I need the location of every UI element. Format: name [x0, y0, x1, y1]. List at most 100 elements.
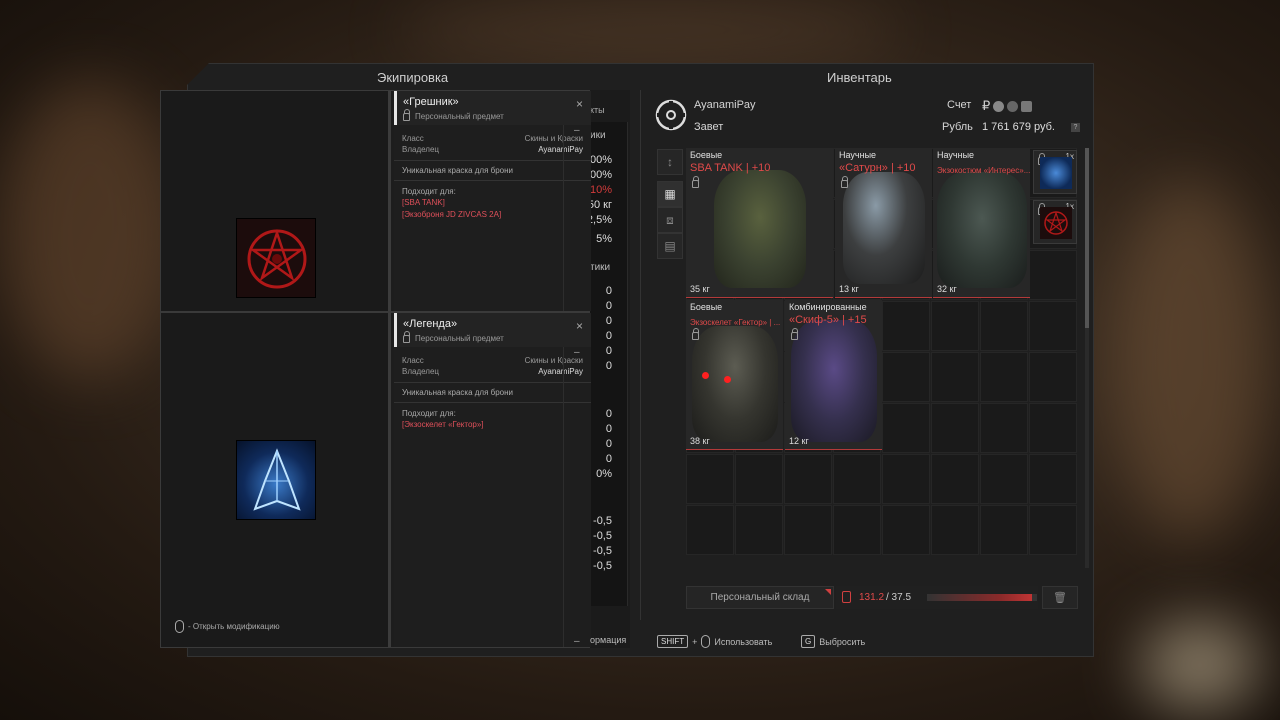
- class-label: Класс: [402, 134, 424, 143]
- fits-label: Подходит для:: [402, 187, 456, 196]
- stat-value: 0: [605, 453, 612, 465]
- info-hint: ормация: [590, 635, 626, 645]
- info-hint-text: ормация: [590, 635, 627, 645]
- storage-box-icon[interactable]: ▤: [657, 233, 683, 259]
- inventory-slot[interactable]: [735, 454, 783, 504]
- inventory-slot[interactable]: [833, 505, 881, 555]
- help-icon[interactable]: ?: [1071, 123, 1080, 132]
- tooltip-scrollbar[interactable]: – –: [563, 347, 591, 647]
- inventory-scrollbar[interactable]: [1085, 148, 1089, 568]
- trash-icon[interactable]: 🗑: [1042, 586, 1078, 609]
- inventory-slot[interactable]: [980, 352, 1028, 402]
- use-hint[interactable]: SHIFT + Использовать: [657, 635, 772, 648]
- inventory-slot[interactable]: [833, 454, 881, 504]
- lock-icon: [403, 330, 410, 343]
- item-name: SBA TANK | +10: [690, 162, 771, 174]
- red-light: [702, 372, 709, 379]
- inventory-slot[interactable]: [1029, 454, 1077, 504]
- item-tooltip-legend: - Открыть модификацию «Легенда» Персонал…: [160, 312, 591, 648]
- inventory-slot[interactable]: [882, 403, 930, 453]
- inventory-slot[interactable]: [980, 505, 1028, 555]
- inventory-slot[interactable]: [980, 403, 1028, 453]
- inventory-item[interactable]: Комбинированные «Скиф-5» | +15 12 кг: [785, 300, 882, 450]
- armor-image: [937, 172, 1027, 288]
- tooltip-header: «Грешник» Персональный предмет ×: [394, 91, 591, 125]
- tooltip-info: «Легенда» Персональный предмет × Класс Ск…: [394, 313, 591, 647]
- g-key: G: [801, 635, 816, 648]
- inventory-item[interactable]: Научные Экзокостюм «Интерес»... 32 кг: [933, 148, 1030, 298]
- drop-hint[interactable]: G Выбросить: [801, 635, 865, 648]
- stat-value: 0: [605, 423, 612, 435]
- stat-value: 10%: [590, 184, 613, 196]
- account-label: Счет: [947, 99, 972, 111]
- inventory-slot[interactable]: [882, 352, 930, 402]
- inventory-paint-item[interactable]: 1x: [1033, 150, 1077, 194]
- equipment-title: Экипировка: [377, 70, 449, 85]
- stat-value: 00%: [590, 169, 613, 181]
- stat-value: 0: [605, 285, 612, 297]
- inventory-item[interactable]: Боевые SBA TANK | +10 35 кг: [686, 148, 833, 298]
- personal-item-text: Персональный предмет: [415, 112, 504, 121]
- divider: [394, 160, 591, 161]
- sort-icon[interactable]: ↕: [657, 149, 683, 175]
- item-weight: 32 кг: [937, 284, 957, 294]
- plus-sign: +: [692, 636, 698, 647]
- inventory-slot[interactable]: [931, 403, 979, 453]
- inventory-slot[interactable]: [882, 505, 930, 555]
- item-name: «Скиф-5» | +15: [789, 314, 867, 326]
- tooltip-scrollbar[interactable]: –: [563, 125, 591, 311]
- inventory-slot[interactable]: [931, 301, 979, 351]
- close-icon[interactable]: ×: [576, 97, 583, 111]
- filter-icon[interactable]: ⧈: [657, 207, 683, 233]
- owner-label: Владелец: [402, 367, 440, 376]
- lock-icon: [841, 176, 848, 188]
- item-weight: 13 кг: [839, 284, 859, 294]
- stat-value: 0: [605, 300, 612, 312]
- inventory-slot[interactable]: [980, 454, 1028, 504]
- scroll-indicator: –: [574, 636, 580, 647]
- stats-header: тики: [590, 262, 611, 273]
- inventory-slot[interactable]: [735, 505, 783, 555]
- inventory-slot[interactable]: [686, 505, 734, 555]
- pentagram-skin-image: [236, 218, 316, 298]
- inventory-slot[interactable]: [784, 454, 832, 504]
- use-hint-text: Использовать: [714, 636, 773, 647]
- inventory-slot[interactable]: [1029, 250, 1077, 300]
- owner-row: Владелец AyanamiPay: [394, 144, 591, 155]
- lock-icon: [692, 328, 699, 340]
- inventory-slot[interactable]: [931, 352, 979, 402]
- scroll-thumb[interactable]: [1085, 148, 1089, 328]
- crystal-skin-image: [236, 440, 316, 520]
- inventory-slot[interactable]: [980, 301, 1028, 351]
- fits-item: [SBA TANK]: [402, 198, 445, 207]
- tooltip-info: «Грешник» Персональный предмет × Класс Ск…: [394, 91, 591, 311]
- armor-image: [692, 326, 778, 442]
- player-name: AyanamiPay: [694, 99, 756, 111]
- inventory-paint-item[interactable]: 1x: [1033, 200, 1077, 244]
- inventory-slot[interactable]: [1029, 403, 1077, 453]
- inventory-slot[interactable]: [931, 454, 979, 504]
- inventory-slot[interactable]: [1029, 301, 1077, 351]
- scroll-indicator: –: [574, 347, 580, 358]
- inventory-slot[interactable]: [784, 505, 832, 555]
- currency-icons: ₽: [982, 98, 1033, 114]
- inventory-slot[interactable]: [1029, 352, 1077, 402]
- inventory-slot[interactable]: [931, 505, 979, 555]
- weight-current: 131.2: [859, 592, 885, 603]
- close-icon[interactable]: ×: [576, 319, 583, 333]
- red-light: [724, 376, 731, 383]
- inventory-slot[interactable]: [1029, 505, 1077, 555]
- stat-value: 0%: [596, 468, 612, 480]
- inventory-slot[interactable]: [686, 454, 734, 504]
- open-modification-hint[interactable]: - Открыть модификацию: [175, 620, 280, 633]
- grid-view-icon[interactable]: ▦: [657, 181, 683, 207]
- item-category: Боевые: [690, 302, 723, 312]
- inventory-slot[interactable]: [882, 301, 930, 351]
- inventory-slot[interactable]: [882, 454, 930, 504]
- personal-storage-button[interactable]: Персональный склад: [686, 586, 834, 609]
- inventory-item[interactable]: Научные «Сатурн» | +10 13 кг: [835, 148, 932, 298]
- inventory-item[interactable]: Боевые Экзоскелет «Гектор» | ... 38 кг: [686, 300, 783, 450]
- item-description: Уникальная краска для брони: [402, 388, 513, 397]
- weight-max: / 37.5: [886, 592, 912, 603]
- item-name: «Легенда»: [403, 318, 458, 330]
